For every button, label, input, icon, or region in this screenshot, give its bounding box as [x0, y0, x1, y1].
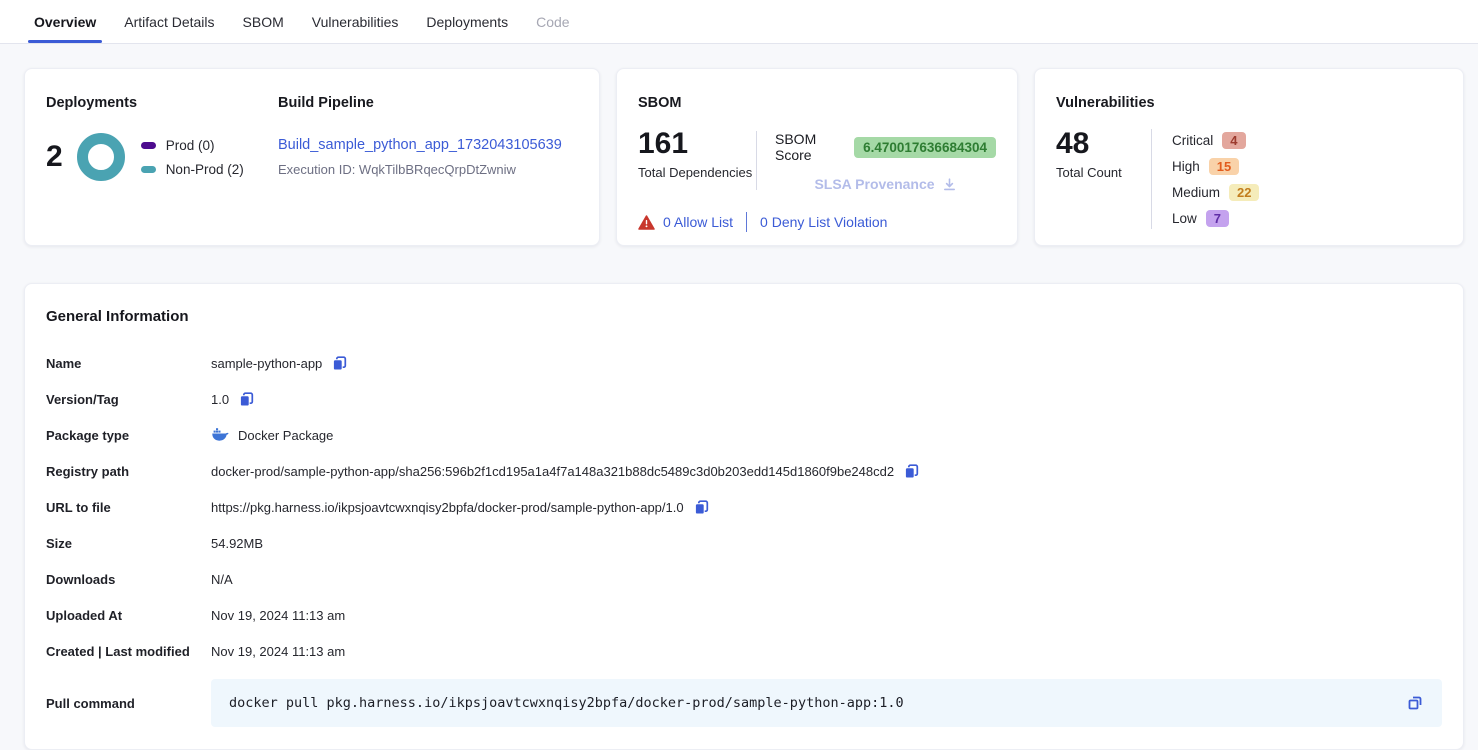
total-dependencies-count: 161: [638, 129, 756, 159]
deployments-legend: Prod (0) Non-Prod (2): [141, 138, 244, 177]
package-type-value: Docker Package: [238, 428, 333, 443]
name-value: sample-python-app: [211, 356, 322, 371]
summary-cards-row: Deployments 2 Prod (0) Non-Prod (2) Buil…: [24, 68, 1464, 246]
version-label: Version/Tag: [46, 392, 211, 407]
build-pipeline-title: Build Pipeline: [278, 95, 578, 111]
vulnerabilities-title: Vulnerabilities: [1056, 95, 1442, 111]
copy-pull-command-button[interactable]: [1406, 694, 1424, 712]
deployments-section: Deployments 2 Prod (0) Non-Prod (2): [46, 95, 278, 245]
artifact-tabbar: Overview Artifact Details SBOM Vulnerabi…: [0, 0, 1478, 44]
uploaded-at-value: Nov 19, 2024 11:13 am: [211, 608, 345, 623]
pipeline-link[interactable]: Build_sample_python_app_1732043105639: [278, 137, 562, 153]
vulnerabilities-total-count: 48: [1056, 129, 1151, 159]
row-size: Size 54.92MB: [46, 525, 1442, 561]
pull-command-value: docker pull pkg.harness.io/ikpsjoavtcwxn…: [229, 695, 904, 711]
tab-overview[interactable]: Overview: [32, 0, 98, 43]
tab-code[interactable]: Code: [534, 0, 571, 43]
row-package-type: Package type Docker Package: [46, 417, 1442, 453]
deployments-donut-chart: [77, 133, 125, 181]
vulnerabilities-card: Vulnerabilities 48 Total Count Critical …: [1034, 68, 1464, 246]
copy-url-button[interactable]: [693, 499, 710, 516]
registry-path-value: docker-prod/sample-python-app/sha256:596…: [211, 464, 894, 479]
row-url-to-file: URL to file https://pkg.harness.io/ikpsj…: [46, 489, 1442, 525]
package-type-label: Package type: [46, 428, 211, 443]
sbom-title: SBOM: [638, 95, 996, 111]
legend-item-prod: Prod (0): [141, 138, 244, 153]
deployments-card: Deployments 2 Prod (0) Non-Prod (2) Buil…: [24, 68, 600, 246]
nonprod-label: Non-Prod (2): [166, 162, 244, 177]
row-downloads: Downloads N/A: [46, 561, 1442, 597]
prod-marker: [141, 142, 156, 149]
sbom-score-label: SBOM Score: [775, 131, 844, 163]
tab-deployments[interactable]: Deployments: [424, 0, 510, 43]
severity-row-medium: Medium 22: [1172, 182, 1259, 203]
critical-count-badge: 4: [1222, 132, 1245, 149]
created-modified-label: Created | Last modified: [46, 644, 211, 659]
copy-version-button[interactable]: [238, 391, 255, 408]
build-pipeline-section: Build Pipeline Build_sample_python_app_1…: [278, 95, 578, 245]
legend-item-nonprod: Non-Prod (2): [141, 162, 244, 177]
medium-label: Medium: [1172, 185, 1220, 200]
deployments-title: Deployments: [46, 95, 278, 111]
high-label: High: [1172, 159, 1200, 174]
general-information-title: General Information: [46, 308, 1442, 325]
row-pull-command: Pull command docker pull pkg.harness.io/…: [46, 679, 1442, 727]
row-created-modified: Created | Last modified Nov 19, 2024 11:…: [46, 633, 1442, 669]
uploaded-at-label: Uploaded At: [46, 608, 211, 623]
severity-list: Critical 4 High 15 Medium 22 Low 7: [1172, 129, 1259, 229]
slsa-provenance-label: SLSA Provenance: [814, 176, 934, 192]
medium-count-badge: 22: [1229, 184, 1259, 201]
prod-label: Prod (0): [166, 138, 215, 153]
low-label: Low: [1172, 211, 1197, 226]
warning-triangle-icon: [638, 215, 655, 230]
links-divider: [746, 212, 747, 232]
severity-row-low: Low 7: [1172, 208, 1259, 229]
size-label: Size: [46, 536, 211, 551]
slsa-provenance-button[interactable]: SLSA Provenance: [775, 176, 996, 192]
low-count-badge: 7: [1206, 210, 1229, 227]
docker-icon: [211, 428, 229, 442]
url-to-file-value: https://pkg.harness.io/ikpsjoavtcwxnqisy…: [211, 500, 684, 515]
total-dependencies-label: Total Dependencies: [638, 165, 756, 180]
allow-list-link[interactable]: 0 Allow List: [663, 214, 733, 230]
general-information-card: General Information Name sample-python-a…: [24, 283, 1464, 750]
created-modified-value: Nov 19, 2024 11:13 am: [211, 644, 345, 659]
row-version: Version/Tag 1.0: [46, 381, 1442, 417]
critical-label: Critical: [1172, 133, 1213, 148]
downloads-label: Downloads: [46, 572, 211, 587]
deployments-total: 2: [46, 142, 63, 172]
sbom-score-badge: 6.470017636684304: [854, 137, 996, 158]
nonprod-marker: [141, 166, 156, 173]
copy-registry-path-button[interactable]: [903, 463, 920, 480]
deny-list-link[interactable]: 0 Deny List Violation: [760, 214, 887, 230]
row-uploaded-at: Uploaded At Nov 19, 2024 11:13 am: [46, 597, 1442, 633]
tab-vulnerabilities[interactable]: Vulnerabilities: [310, 0, 401, 43]
tab-artifact-details[interactable]: Artifact Details: [122, 0, 216, 43]
vulnerabilities-divider: [1151, 129, 1152, 229]
tab-sbom[interactable]: SBOM: [241, 0, 286, 43]
name-label: Name: [46, 356, 211, 371]
pull-command-block: docker pull pkg.harness.io/ikpsjoavtcwxn…: [211, 679, 1442, 727]
size-value: 54.92MB: [211, 536, 263, 551]
severity-row-critical: Critical 4: [1172, 130, 1259, 151]
url-to-file-label: URL to file: [46, 500, 211, 515]
copy-name-button[interactable]: [331, 355, 348, 372]
download-icon: [942, 177, 957, 192]
downloads-value: N/A: [211, 572, 233, 587]
sbom-card: SBOM 161 Total Dependencies SBOM Score 6…: [616, 68, 1018, 246]
row-registry-path: Registry path docker-prod/sample-python-…: [46, 453, 1442, 489]
severity-row-high: High 15: [1172, 156, 1259, 177]
version-value: 1.0: [211, 392, 229, 407]
pull-command-label: Pull command: [46, 696, 211, 711]
vulnerabilities-total-label: Total Count: [1056, 165, 1151, 180]
row-name: Name sample-python-app: [46, 345, 1442, 381]
high-count-badge: 15: [1209, 158, 1239, 175]
execution-id: Execution ID: WqkTilbBRqecQrpDtZwniw: [278, 162, 578, 177]
registry-path-label: Registry path: [46, 464, 211, 479]
